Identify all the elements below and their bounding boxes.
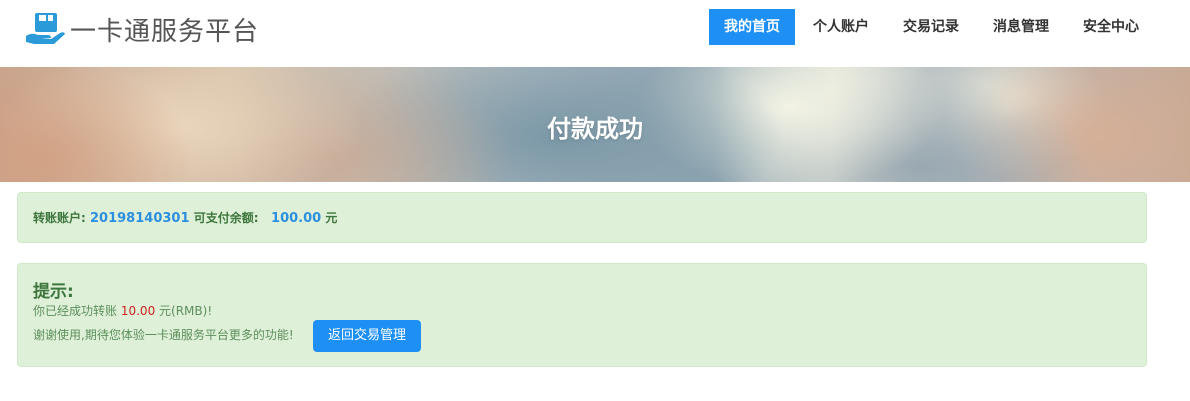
logo-text: 一卡通服务平台 [70, 16, 260, 47]
nav-item-messages[interactable]: 消息管理 [977, 9, 1065, 45]
transfer-suffix: 元(RMB)! [159, 304, 213, 318]
balance-label: 可支付余额: [193, 211, 259, 225]
account-line: 转账账户: 20198140301 可支付余额: 100.00 元 [33, 210, 337, 227]
transfer-prefix: 你已经成功转账 [33, 304, 118, 318]
nav-item-home[interactable]: 我的首页 [709, 9, 795, 45]
account-label: 转账账户: [33, 211, 86, 225]
hand-card-icon [26, 13, 65, 44]
balance-value: 100.00 [271, 211, 322, 226]
return-transaction-management-button[interactable]: 返回交易管理 [313, 320, 421, 352]
nav-item-transactions[interactable]: 交易记录 [887, 9, 975, 45]
transfer-amount: 10.00 [120, 304, 156, 318]
banner: 付款成功 [0, 67, 1190, 182]
tip-panel: 提示: 你已经成功转账 10.00 元(RMB)! 谢谢使用,期待您体验一卡通服… [17, 263, 1147, 367]
page-title: 付款成功 [547, 115, 643, 143]
account-panel: 转账账户: 20198140301 可支付余额: 100.00 元 [17, 192, 1147, 243]
account-number: 20198140301 [90, 211, 190, 226]
balance-unit: 元 [325, 211, 338, 225]
logo[interactable]: 一卡通服务平台 [24, 12, 260, 47]
thanks-message: 谢谢使用,期待您体验一卡通服务平台更多的功能! [33, 328, 294, 342]
nav-item-security[interactable]: 安全中心 [1067, 9, 1155, 45]
header: 一卡通服务平台 我的首页 个人账户 交易记录 消息管理 安全中心 [0, 0, 1190, 67]
main-nav: 我的首页 个人账户 交易记录 消息管理 安全中心 [707, 9, 1155, 45]
nav-item-personal-account[interactable]: 个人账户 [797, 9, 885, 45]
tip-title: 提示: [33, 282, 74, 302]
transfer-message: 你已经成功转账 10.00 元(RMB)! [33, 302, 212, 319]
